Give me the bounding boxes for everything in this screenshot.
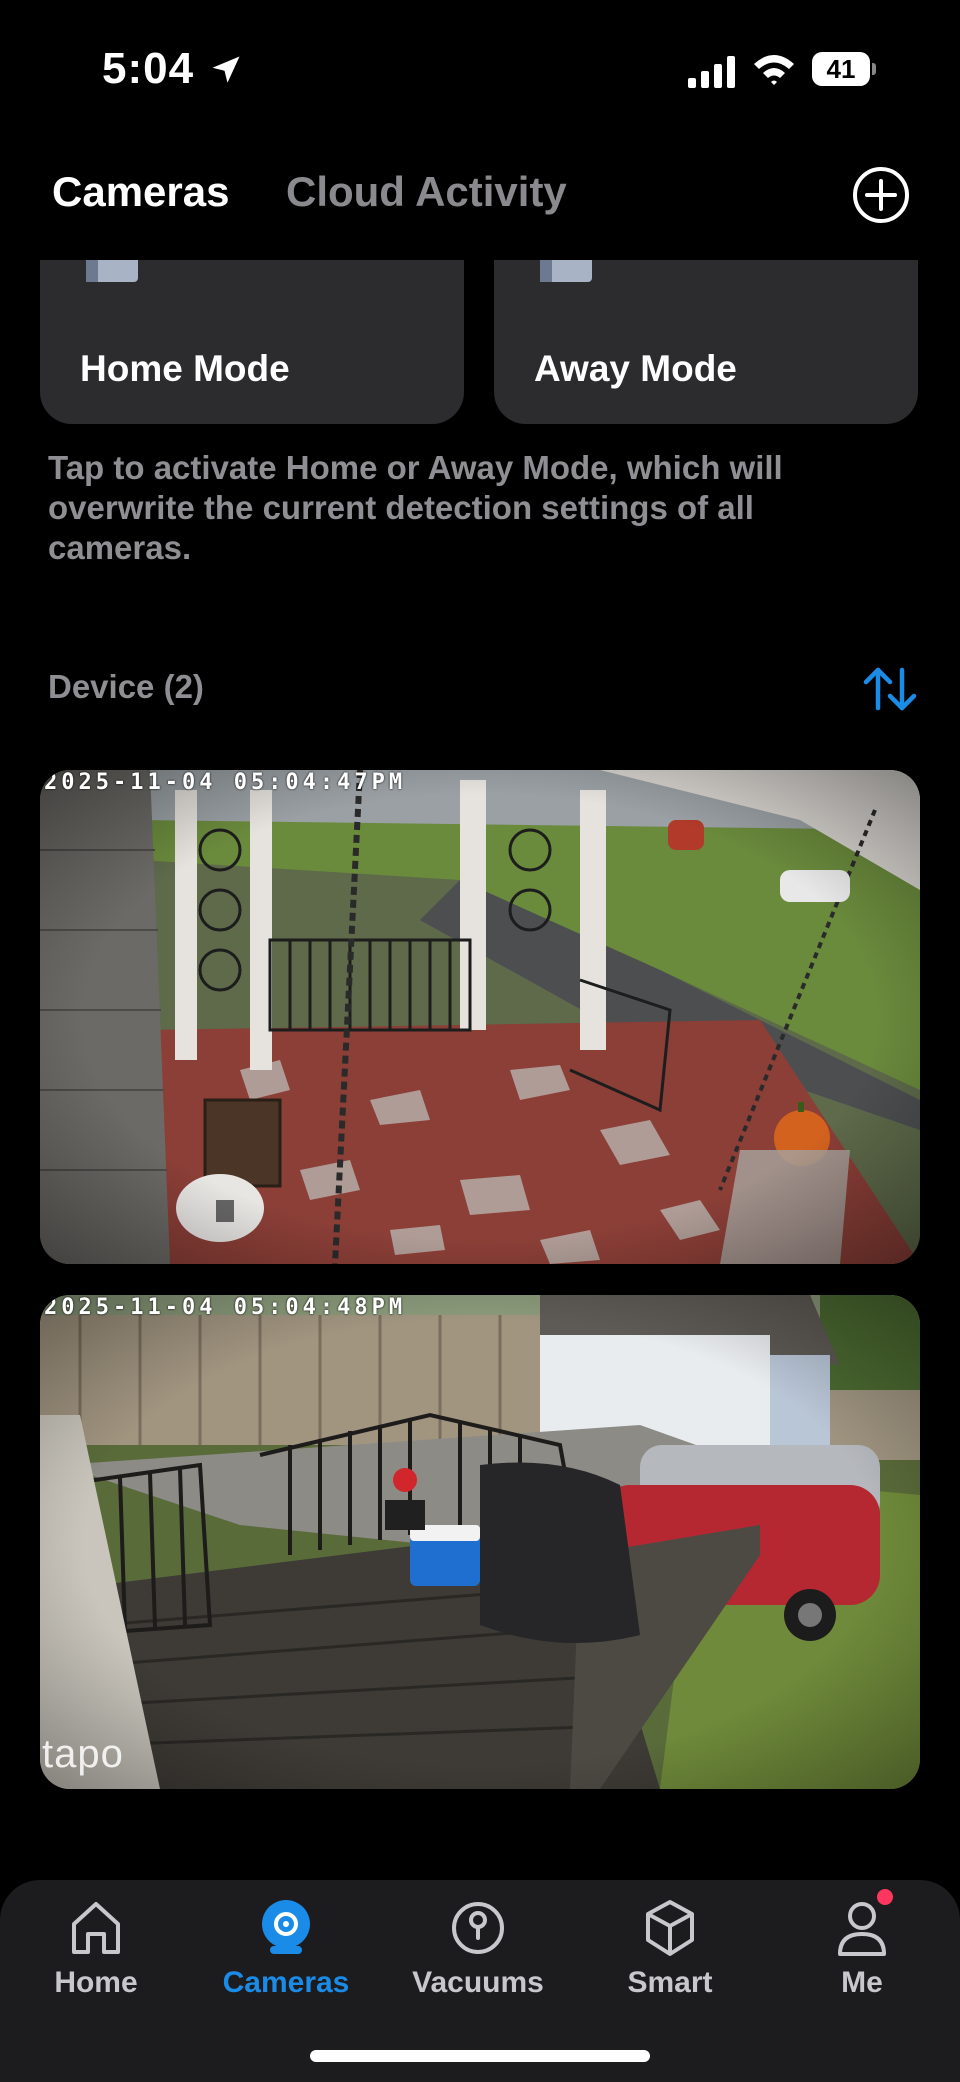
camera-feed-front-porch[interactable]: 2025-11-04 05:04:47PM — [40, 770, 920, 1264]
camera-icon — [262, 1900, 310, 1954]
tab-cameras-label: Cameras — [222, 1966, 350, 1999]
tab-cloud-activity[interactable]: Cloud Activity — [286, 168, 567, 216]
tab-cameras[interactable]: Cameras — [52, 168, 229, 216]
camera-feed-back-deck[interactable]: 2025-11-04 05:04:48PM tapo — [40, 1295, 920, 1789]
vacuum-icon — [452, 1902, 504, 1954]
device-count-header: Device (2) — [48, 668, 204, 705]
cellular-signal-icon — [688, 56, 735, 88]
tab-smart-label: Smart — [627, 1966, 713, 1999]
camera-timestamp: 2025-11-04 05:04:48PM — [44, 1295, 407, 1320]
wifi-icon — [754, 55, 794, 85]
battery-icon: 41 — [812, 52, 876, 88]
home-indicator — [310, 2050, 650, 2062]
back-deck-snapshot — [40, 1295, 920, 1789]
tab-vacuums-label: Vacuums — [412, 1966, 544, 1999]
away-mode-icon — [540, 260, 592, 282]
tab-me-label: Me — [841, 1966, 883, 1999]
away-mode-label: Away Mode — [534, 348, 737, 389]
status-bar: 5:04 41 — [0, 0, 960, 140]
front-porch-snapshot — [40, 770, 920, 1264]
tab-home-label: Home — [54, 1966, 138, 1999]
home-mode-card[interactable]: Home Mode — [40, 260, 464, 424]
add-device-button[interactable] — [852, 166, 910, 224]
home-mode-label: Home Mode — [80, 348, 290, 389]
tab-home[interactable]: Home — [0, 1890, 192, 2030]
home-mode-icon — [86, 260, 138, 282]
sort-button[interactable] — [862, 664, 918, 714]
location-arrow-icon — [212, 56, 240, 83]
notification-badge — [874, 1886, 896, 1908]
tab-me[interactable]: Me — [766, 1890, 958, 2030]
battery-level: 41 — [812, 52, 870, 86]
house-icon — [72, 1902, 120, 1954]
status-time: 5:04 — [102, 44, 195, 93]
camera-timestamp: 2025-11-04 05:04:47PM — [44, 770, 407, 795]
tab-vacuums[interactable]: Vacuums — [382, 1890, 574, 2030]
cube-icon — [646, 1900, 694, 1956]
tapo-watermark: tapo — [42, 1732, 124, 1776]
mode-help-text: Tap to activate Home or Away Mode, which… — [48, 449, 783, 566]
tab-smart[interactable]: Smart — [574, 1890, 766, 2030]
header: Cameras Cloud Activity — [0, 150, 960, 240]
tab-cameras-nav[interactable]: Cameras — [190, 1890, 382, 2030]
away-mode-card[interactable]: Away Mode — [494, 260, 918, 424]
